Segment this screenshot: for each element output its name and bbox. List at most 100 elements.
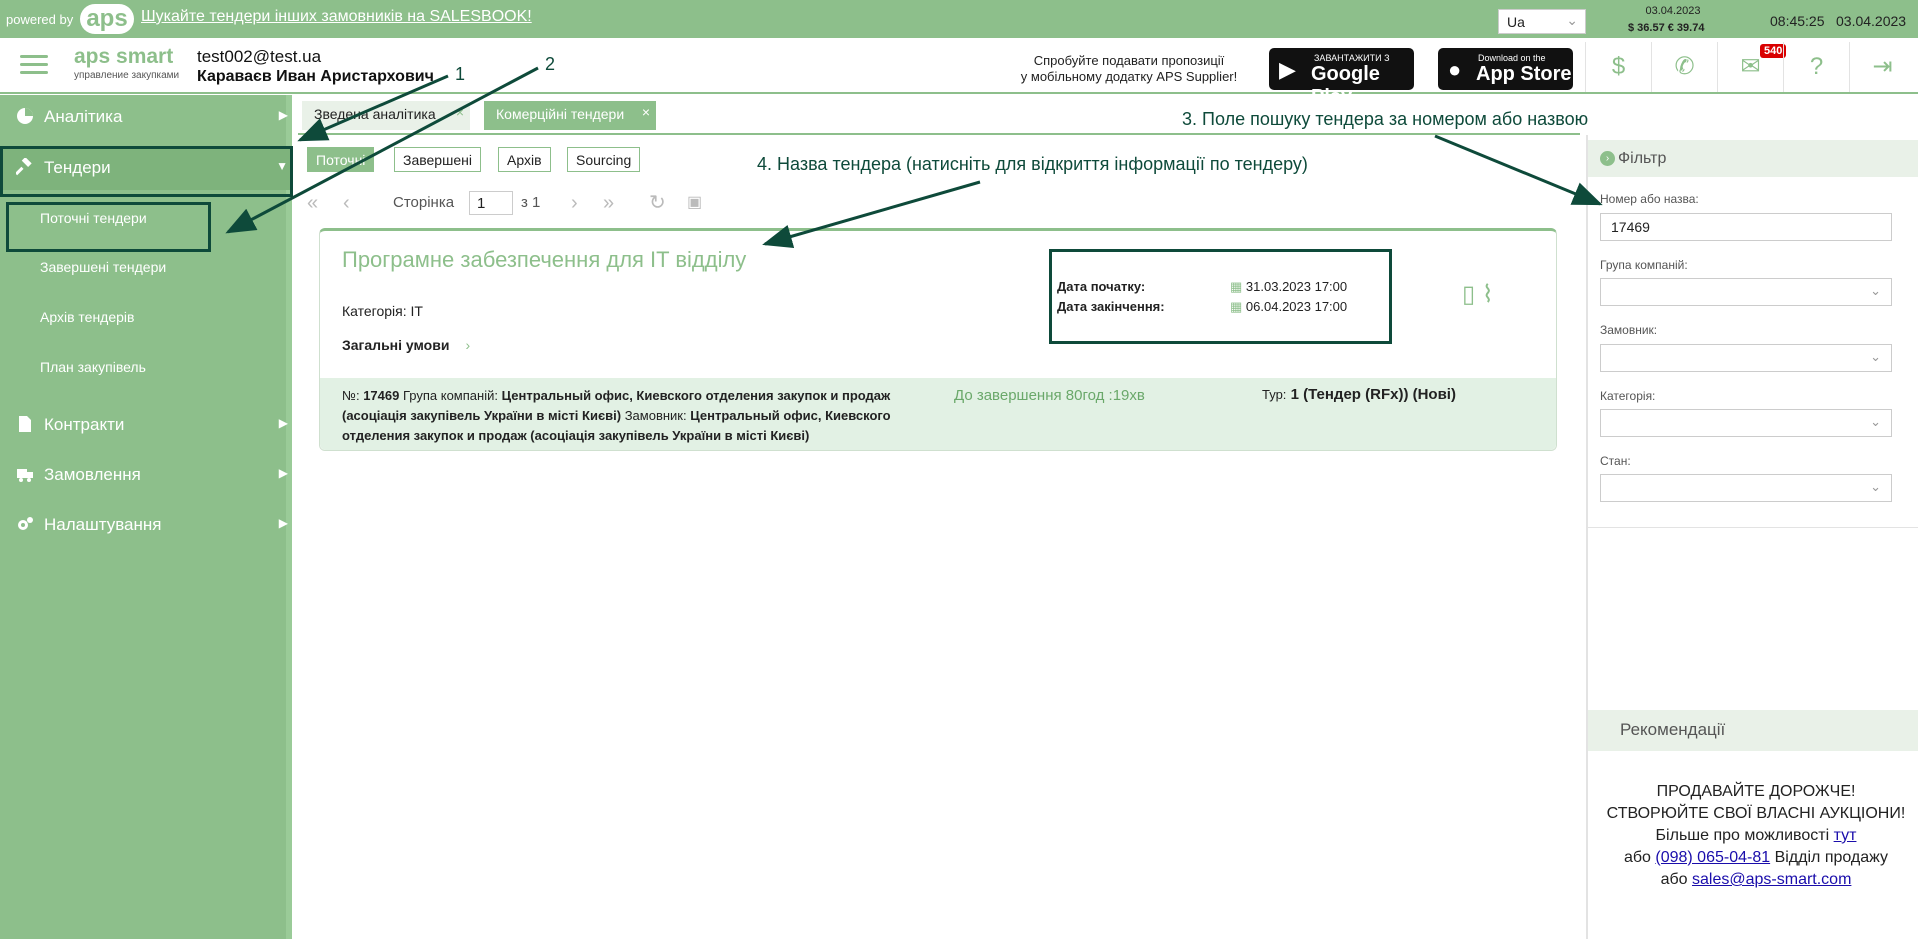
filter-category-label: Категорія:	[1600, 389, 1656, 403]
chevron-down-icon: ⌄	[1870, 479, 1881, 494]
close-icon[interactable]: ×	[642, 104, 650, 120]
annotation-4: 4. Назва тендера (натисніть для відкритт…	[757, 154, 1308, 174]
subitem-label: План закупівель	[40, 359, 146, 375]
or-text: або	[1660, 871, 1688, 888]
google-play-button[interactable]: ▶ ЗАВАНТАЖИТИ З Google Play	[1269, 48, 1414, 108]
tabs-underline	[298, 133, 1580, 135]
chevron-right-icon: ▶	[278, 516, 288, 530]
rates-date: 03.04.2023	[1645, 5, 1701, 17]
calendar-icon: ▦	[1230, 279, 1243, 294]
tab-commercial-tenders[interactable]: Комерційні тендери ×	[484, 101, 656, 130]
chevron-down-icon: ⌄	[1870, 283, 1881, 298]
time-remaining: До завершення 80год :19хв	[954, 387, 1145, 404]
sales-dept-text: Відділ продажу	[1774, 849, 1889, 866]
state-select[interactable]: ⌄	[1600, 474, 1892, 502]
page-input[interactable]: 1	[469, 191, 513, 215]
sidebar-item-label: Налаштування	[44, 515, 162, 534]
brand-subtitle: управление закупками	[74, 70, 180, 81]
brand-logo: aps smart управление закупками	[74, 46, 184, 86]
sidebar-item-label: Аналітика	[44, 107, 123, 126]
sales-phone-link[interactable]: (098) 065-04-81	[1655, 849, 1770, 866]
annotation-3: 3. Поле пошуку тендера за номером або на…	[1182, 109, 1589, 129]
dollar-icon[interactable]: $	[1585, 42, 1651, 92]
tender-title-link[interactable]: Програмне забезпечення для IT відділу	[342, 247, 746, 273]
annotation-2: 2	[545, 54, 556, 74]
annotation-1: 1	[455, 64, 466, 84]
last-page-icon[interactable]: »	[603, 191, 614, 215]
user-email: test002@test.ua	[197, 47, 322, 66]
pie-chart-icon	[17, 108, 33, 124]
tender-number: 17469	[363, 388, 400, 403]
page-label: Сторінка	[393, 194, 455, 211]
phone-icon[interactable]: ✆	[1651, 42, 1717, 92]
sidebar-item-settings[interactable]: Налаштування ▶	[0, 503, 292, 547]
play-store-icon: ▶	[1279, 57, 1296, 82]
prev-page-icon[interactable]: ‹	[343, 191, 350, 215]
tab-summary-analytics[interactable]: Зведена аналітика ×	[302, 101, 470, 130]
sidebar-subitem-procurement-plan[interactable]: План закупівель	[8, 349, 288, 385]
category-select[interactable]: ⌄	[1600, 409, 1892, 437]
attachment-icon[interactable]: ⌇	[1482, 281, 1494, 308]
apple-icon: ●	[1448, 57, 1462, 82]
app-store-small-text: Download on the	[1478, 53, 1546, 63]
chevron-right-icon: ›	[465, 337, 471, 353]
language-value: Ua	[1507, 14, 1525, 30]
currency-rates: $ 36.57 € 39.74	[1628, 22, 1705, 34]
sales-email-link[interactable]: sales@aps-smart.com	[1692, 871, 1851, 888]
start-date-label: Дата початку:	[1057, 279, 1146, 294]
customer-select[interactable]: ⌄	[1600, 344, 1892, 372]
rec-line-3: Більше про можливості	[1655, 827, 1830, 844]
tender-details: №: 17469 Група компаній: Центральный офи…	[342, 386, 912, 446]
sidebar-subitem-completed-tenders[interactable]: Завершені тендери	[8, 249, 288, 285]
filter-chip-sourcing[interactable]: Sourcing	[567, 147, 641, 172]
sidebar-item-label: Замовлення	[44, 465, 141, 484]
clock: 08:45:25	[1770, 13, 1825, 29]
group-label: Група компаній:	[402, 388, 498, 403]
arrow-3	[1434, 134, 1603, 206]
mobile-icon[interactable]: ▯	[1462, 281, 1475, 308]
general-terms-toggle[interactable]: Загальні умови ›	[342, 337, 470, 353]
close-icon[interactable]: ×	[456, 104, 464, 120]
refresh-icon[interactable]: ↻	[649, 191, 666, 215]
google-play-big-text: Google Play	[1311, 63, 1380, 108]
rec-line-1: ПРОДАВАЙТЕ ДОРОЖЧЕ!	[1656, 783, 1856, 800]
company-group-select[interactable]: ⌄	[1600, 278, 1892, 306]
current-date: 03.04.2023	[1836, 13, 1907, 29]
help-icon[interactable]: ?	[1783, 42, 1849, 92]
logout-icon[interactable]: ⇥	[1849, 42, 1915, 92]
app-store-button[interactable]: ● Download on the App Store	[1438, 48, 1573, 90]
subitem-label: Завершені тендери	[40, 259, 167, 275]
pager: « ‹ Сторінка 1 з 1 › » ↻ ▣	[307, 191, 707, 215]
chevron-right-icon: ▶	[278, 416, 288, 430]
tab-label: Комерційні тендери	[496, 106, 625, 122]
first-page-icon[interactable]: «	[307, 191, 318, 215]
app-store-big-text: App Store	[1476, 63, 1572, 85]
end-date-label: Дата закінчення:	[1057, 299, 1165, 314]
tender-search-input[interactable]: 17469	[1600, 213, 1892, 241]
hamburger-menu-icon[interactable]	[20, 55, 48, 75]
document-icon	[19, 416, 31, 432]
filter-chip-archive[interactable]: Архів	[498, 147, 551, 172]
filter-number-label: Номер або назва:	[1600, 192, 1699, 206]
filter-chip-current[interactable]: Поточні	[307, 147, 375, 172]
filter-chip-completed[interactable]: Завершені	[394, 147, 481, 172]
filter-divider	[1588, 527, 1918, 528]
rec-here-link[interactable]: тут	[1834, 827, 1857, 844]
sidebar-item-contracts[interactable]: Контракти ▶	[0, 403, 292, 447]
start-date-value: ▦ 31.03.2023 17:00	[1230, 279, 1348, 294]
excel-export-icon[interactable]: ▣	[687, 191, 702, 215]
user-name: Караваєв Иван Аристархович	[197, 68, 434, 85]
recommendations-text: ПРОДАВАЙТЕ ДОРОЖЧЕ! СТВОРЮЙТЕ СВОЇ ВЛАСН…	[1600, 781, 1912, 891]
subitem-label: Архів тендерів	[40, 309, 135, 325]
powered-by-label: powered by	[6, 12, 74, 27]
or-text: або	[1623, 849, 1651, 866]
salesbook-link[interactable]: Шукайте тендери інших замовників на SALE…	[141, 8, 532, 26]
language-select[interactable]: Ua ⌄	[1498, 9, 1586, 34]
brand-name: aps smart	[74, 45, 174, 68]
sidebar-item-orders[interactable]: Замовлення ▶	[0, 453, 292, 497]
next-page-icon[interactable]: ›	[571, 191, 578, 215]
general-terms-label: Загальні умови	[342, 337, 450, 353]
sidebar-item-analytics[interactable]: Аналітика ▶	[0, 95, 292, 139]
mobile-app-promo: Спробуйте подавати пропозиції у мобільно…	[1010, 53, 1248, 85]
sidebar-subitem-tender-archive[interactable]: Архів тендерів	[8, 299, 288, 335]
